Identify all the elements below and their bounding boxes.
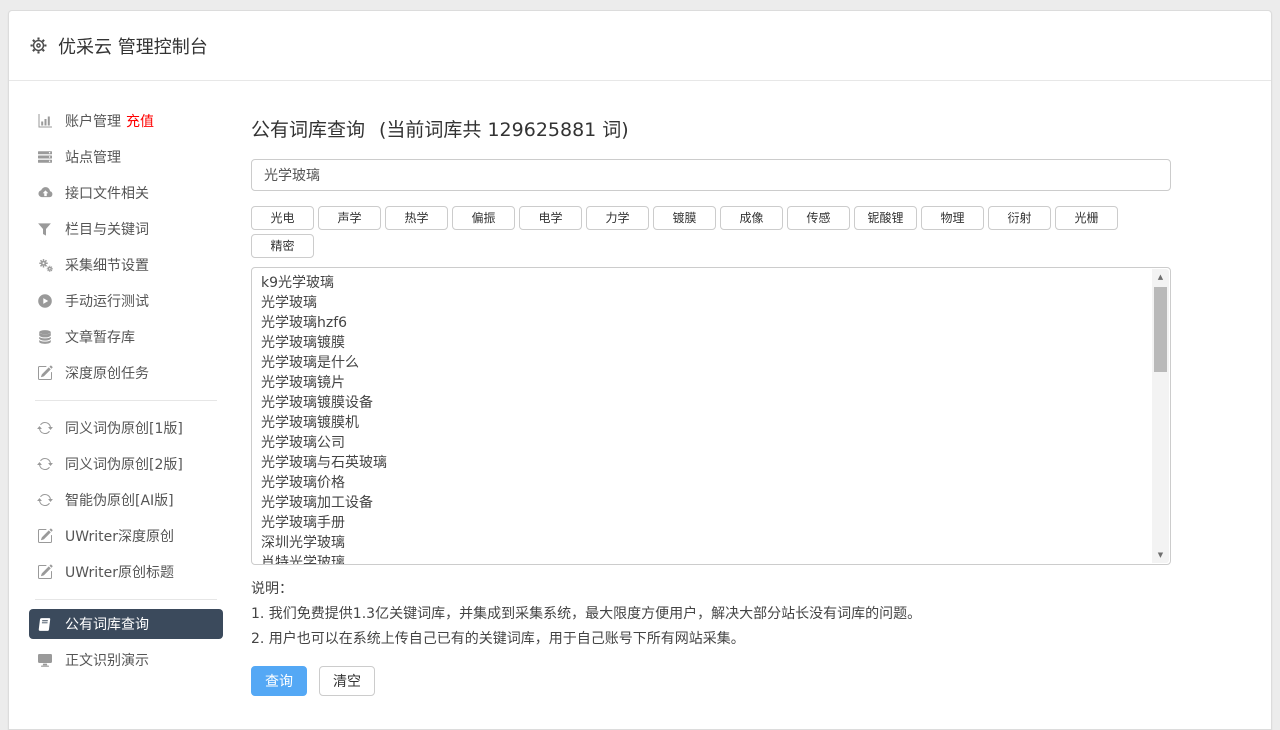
clear-button[interactable]: 清空 [319,666,375,696]
play-circle-icon [37,293,57,310]
sidebar-item-interface-files[interactable]: 接口文件相关 [9,175,241,211]
results-listbox: k9光学玻璃 光学玻璃 光学玻璃hzf6 光学玻璃镀膜 光学玻璃是什么 光学玻璃… [251,267,1171,565]
sidebar-item-content-recognition[interactable]: 正文识别演示 [9,642,241,678]
keyword-search-input[interactable] [251,159,1171,191]
sidebar-item-synonym-v2[interactable]: 同义词伪原创[2版] [9,446,241,482]
notes-section: 说明： 1. 我们免费提供1.3亿关键词库，并集成到采集系统，最大限度方便用户，… [251,577,1171,652]
sidebar-item-label: 文章暂存库 [65,327,135,347]
sidebar-item-label: 同义词伪原创[2版] [65,454,183,474]
refresh-icon [37,420,57,437]
sidebar-divider [35,400,217,401]
sidebar-item-deep-original[interactable]: 深度原创任务 [9,355,241,391]
result-item[interactable]: 光学玻璃加工设备 [261,493,1144,513]
gear-icon [29,36,48,55]
scrollbar-thumb[interactable] [1154,287,1167,372]
sidebar-item-label: 手动运行测试 [65,291,149,311]
sidebar-item-label: 深度原创任务 [65,363,149,383]
tag-button[interactable]: 热学 [385,206,448,230]
book-icon [37,616,57,633]
sidebar-item-label: 智能伪原创[AI版] [65,490,174,510]
tag-button[interactable]: 物理 [921,206,984,230]
sidebar-item-label: UWriter深度原创 [65,526,174,546]
refresh-icon [37,456,57,473]
tag-button[interactable]: 力学 [586,206,649,230]
result-item[interactable]: 光学玻璃 [261,293,1144,313]
tag-button[interactable]: 偏振 [452,206,515,230]
bar-chart-icon [37,113,57,130]
sidebar-item-label: 账户管理 [65,111,121,131]
filter-icon [37,221,57,238]
result-item[interactable]: 光学玻璃镀膜机 [261,413,1144,433]
sidebar-item-sites[interactable]: 站点管理 [9,139,241,175]
sidebar: 账户管理 充值 站点管理 [9,81,241,696]
edit-icon [37,528,57,545]
notes-title: 说明： [251,577,1171,602]
result-item[interactable]: 肖特光学玻璃 [261,553,1144,565]
sidebar-item-article-store[interactable]: 文章暂存库 [9,319,241,355]
tag-button[interactable]: 精密 [251,234,314,258]
result-item[interactable]: k9光学玻璃 [261,273,1144,293]
sidebar-item-ai-original[interactable]: 智能伪原创[AI版] [9,482,241,518]
result-item[interactable]: 光学玻璃与石英玻璃 [261,453,1144,473]
result-item[interactable]: 光学玻璃手册 [261,513,1144,533]
tag-list: 光电 声学 热学 偏振 电学 力学 镀膜 成像 传感 铌酸锂 物理 衍射 光栅 … [251,206,1171,258]
tag-button[interactable]: 声学 [318,206,381,230]
result-item[interactable]: 光学玻璃镀膜设备 [261,393,1144,413]
scroll-down-arrow-icon[interactable]: ▼ [1152,547,1169,563]
result-item[interactable]: 光学玻璃价格 [261,473,1144,493]
main-content: 公有词库查询 (当前词库共 129625881 词) 光电 声学 热学 偏振 电… [241,81,1171,696]
tag-button[interactable]: 衍射 [988,206,1051,230]
main-window: 优采云 管理控制台 账户管理 充值 [8,10,1272,730]
tag-button[interactable]: 光电 [251,206,314,230]
sidebar-item-keywords[interactable]: 栏目与关键词 [9,211,241,247]
sidebar-divider [35,599,217,600]
page-title: 公有词库查询 [251,115,365,142]
result-item[interactable]: 光学玻璃公司 [261,433,1144,453]
gears-icon [37,257,57,274]
sidebar-item-synonym-v1[interactable]: 同义词伪原创[1版] [9,410,241,446]
app-header: 优采云 管理控制台 [9,11,1271,81]
recharge-link[interactable]: 充值 [126,111,154,131]
scroll-up-arrow-icon[interactable]: ▲ [1152,269,1169,285]
edit-icon [37,365,57,382]
refresh-icon [37,492,57,509]
tag-button[interactable]: 铌酸锂 [854,206,917,230]
tag-button[interactable]: 成像 [720,206,783,230]
database-icon [37,329,57,346]
sidebar-item-label: 同义词伪原创[1版] [65,418,183,438]
sidebar-item-label: UWriter原创标题 [65,562,174,582]
note-line: 1. 我们免费提供1.3亿关键词库，并集成到采集系统，最大限度方便用户，解决大部… [251,602,1171,627]
sidebar-item-label: 栏目与关键词 [65,219,149,239]
query-button[interactable]: 查询 [251,666,307,696]
monitor-icon [37,652,57,669]
result-item[interactable]: 光学玻璃镜片 [261,373,1144,393]
sidebar-item-collect-settings[interactable]: 采集细节设置 [9,247,241,283]
sidebar-item-uwriter-title[interactable]: UWriter原创标题 [9,554,241,590]
cloud-upload-icon [37,185,57,202]
sidebar-item-manual-test[interactable]: 手动运行测试 [9,283,241,319]
tag-button[interactable]: 光栅 [1055,206,1118,230]
result-item[interactable]: 光学玻璃hzf6 [261,313,1144,333]
result-item[interactable]: 光学玻璃镀膜 [261,333,1144,353]
note-line: 2. 用户也可以在系统上传自己已有的关键词库，用于自己账号下所有网站采集。 [251,627,1171,652]
edit-icon [37,564,57,581]
result-item[interactable]: 深圳光学玻璃 [261,533,1144,553]
server-icon [37,149,57,166]
word-count-subtitle: (当前词库共 129625881 词) [379,115,629,142]
tag-button[interactable]: 镀膜 [653,206,716,230]
sidebar-item-label: 站点管理 [65,147,121,167]
result-item[interactable]: 光学玻璃是什么 [261,353,1144,373]
sidebar-item-label: 采集细节设置 [65,255,149,275]
sidebar-item-label: 正文识别演示 [65,650,149,670]
tag-button[interactable]: 电学 [519,206,582,230]
app-title: 优采云 管理控制台 [58,33,208,59]
sidebar-item-label: 接口文件相关 [65,183,149,203]
sidebar-item-public-thesaurus[interactable]: 公有词库查询 [29,609,223,639]
sidebar-item-label: 公有词库查询 [65,614,149,634]
sidebar-item-uwriter-deep[interactable]: UWriter深度原创 [9,518,241,554]
tag-button[interactable]: 传感 [787,206,850,230]
scrollbar-track[interactable]: ▲ ▼ [1152,269,1169,563]
sidebar-item-account[interactable]: 账户管理 充值 [9,103,241,139]
